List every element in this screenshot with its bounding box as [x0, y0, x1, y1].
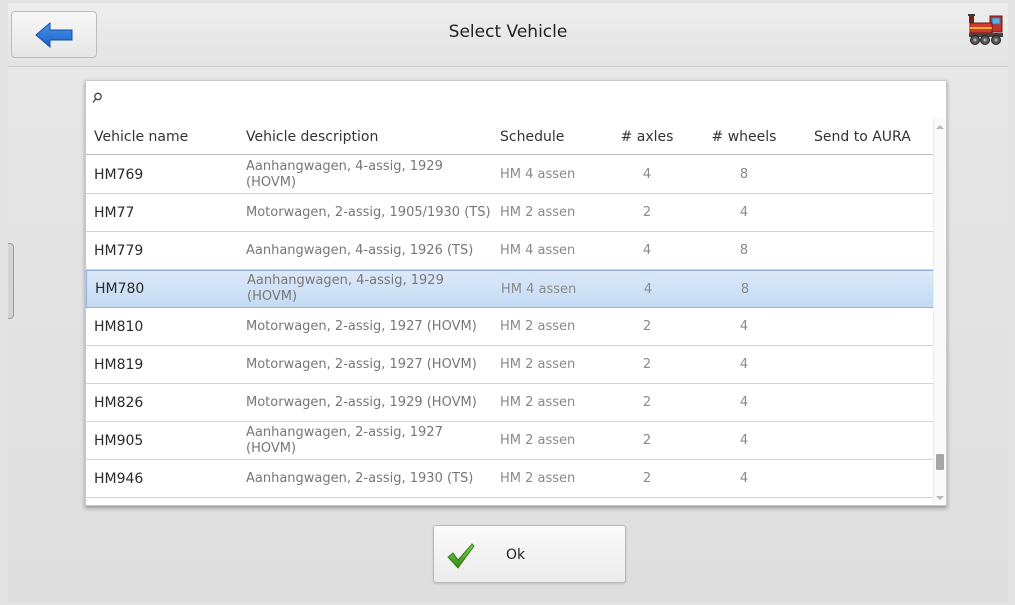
table-row[interactable]: HM779 Aanhangwagen, 4-assig, 1926 (TS) H…: [86, 232, 934, 270]
cell-wheels: 8: [739, 167, 749, 182]
table-row[interactable]: HM946 Aanhangwagen, 2-assig, 1930 (TS) H…: [86, 460, 934, 498]
cell-axles: 2: [642, 433, 652, 448]
cell-axles: 2: [642, 471, 652, 486]
cell-vehicle-description: Aanhangwagen, 4-assig, 1926 (TS): [246, 242, 474, 258]
cell-wheels: 8: [740, 281, 750, 297]
cell-axles: 4: [642, 243, 652, 258]
table-row[interactable]: HM819 Motorwagen, 2-assig, 1927 (HOVM) H…: [86, 346, 934, 384]
main-window: Select Vehicle Vehicle name Vehicle desc…: [8, 3, 1008, 602]
scrollbar-thumb[interactable]: [936, 454, 944, 470]
ok-label: Ok: [506, 547, 526, 563]
cell-vehicle-description: Aanhangwagen, 2-assig, 1930 (TS): [246, 470, 474, 486]
cell-schedule: HM 4 assen: [500, 243, 576, 258]
cell-axles: 4: [642, 167, 652, 182]
cell-vehicle-description: Motorwagen, 2-assig, 1905/1930 (TS): [246, 204, 491, 220]
vehicle-table-panel: Vehicle name Vehicle description Schedul…: [85, 80, 947, 506]
vertical-scrollbar[interactable]: [933, 119, 945, 504]
table-row[interactable]: HM769 Aanhangwagen, 4-assig, 1929 (HOVM)…: [86, 156, 934, 194]
checkmark-icon: [447, 543, 475, 569]
cell-wheels: 4: [739, 395, 749, 410]
title-bar: Select Vehicle: [8, 3, 1008, 67]
search-row: [86, 81, 946, 119]
cell-vehicle-name: HM780: [95, 281, 145, 297]
cell-vehicle-description: Aanhangwagen, 4-assig, 1929 (HOVM): [246, 158, 443, 190]
cell-wheels: 4: [739, 357, 749, 372]
cell-wheels: 4: [739, 471, 749, 486]
table-row[interactable]: HM826 Motorwagen, 2-assig, 1929 (HOVM) H…: [86, 384, 934, 422]
cell-schedule: HM 4 assen: [500, 167, 576, 182]
column-header-send-to-aura[interactable]: Send to AURA: [798, 129, 918, 145]
cell-wheels: 4: [739, 205, 749, 220]
scroll-up-arrow-icon[interactable]: [936, 125, 944, 129]
table-row[interactable]: HM810 Motorwagen, 2-assig, 1927 (HOVM) H…: [86, 308, 934, 346]
cell-vehicle-description: Motorwagen, 2-assig, 1927 (HOVM): [246, 356, 477, 372]
cell-vehicle-description: Motorwagen, 2-assig, 1929 (HOVM): [246, 394, 477, 410]
table-row-selected[interactable]: HM780 Aanhangwagen, 4-assig, 1929 (HOVM)…: [86, 270, 934, 308]
table-row[interactable]: HM77 Motorwagen, 2-assig, 1905/1930 (TS)…: [86, 194, 934, 232]
side-panel-handle[interactable]: [8, 243, 14, 319]
cell-axles: 2: [642, 205, 652, 220]
train-locomotive-icon: [968, 14, 1003, 45]
cell-vehicle-name: HM819: [94, 356, 144, 373]
table-body: HM769 Aanhangwagen, 4-assig, 1929 (HOVM)…: [86, 156, 934, 498]
cell-schedule: HM 2 assen: [500, 319, 576, 334]
table-header: Vehicle name Vehicle description Schedul…: [86, 119, 934, 155]
cell-vehicle-name: HM826: [94, 394, 144, 411]
cell-schedule: HM 2 assen: [500, 395, 576, 410]
column-header-vehicle-name[interactable]: Vehicle name: [86, 129, 246, 145]
cell-schedule: HM 2 assen: [500, 205, 576, 220]
cell-vehicle-name: HM810: [94, 318, 144, 335]
cell-schedule: HM 2 assen: [500, 433, 576, 448]
cell-vehicle-name: HM77: [94, 204, 135, 221]
column-header-wheels[interactable]: # wheels: [690, 129, 798, 145]
cell-vehicle-name: HM905: [94, 432, 144, 449]
cell-vehicle-description: Motorwagen, 2-assig, 1927 (HOVM): [246, 318, 477, 334]
cell-vehicle-name: HM946: [94, 470, 144, 487]
cell-axles: 2: [642, 319, 652, 334]
page-title: Select Vehicle: [448, 22, 568, 42]
cell-wheels: 8: [739, 243, 749, 258]
cell-vehicle-name: HM769: [94, 166, 144, 183]
cell-axles: 2: [642, 395, 652, 410]
cell-vehicle-description: Aanhangwagen, 2-assig, 1927 (HOVM): [246, 424, 443, 456]
cell-vehicle-name: HM779: [94, 242, 144, 259]
table-row[interactable]: HM905 Aanhangwagen, 2-assig, 1927 (HOVM)…: [86, 422, 934, 460]
cell-schedule: HM 4 assen: [501, 281, 577, 297]
search-input[interactable]: [108, 87, 928, 113]
cell-wheels: 4: [739, 319, 749, 334]
cell-axles: 4: [643, 281, 653, 297]
search-icon: [92, 92, 102, 103]
cell-axles: 2: [642, 357, 652, 372]
column-header-axles[interactable]: # axles: [604, 129, 690, 145]
cell-schedule: HM 2 assen: [500, 357, 576, 372]
cell-schedule: HM 2 assen: [500, 471, 576, 486]
ok-button[interactable]: Ok: [433, 525, 626, 583]
scroll-down-arrow-icon[interactable]: [936, 496, 944, 500]
cell-vehicle-description: Aanhangwagen, 4-assig, 1929 (HOVM): [247, 273, 444, 304]
cell-wheels: 4: [739, 433, 749, 448]
column-header-vehicle-description[interactable]: Vehicle description: [246, 129, 494, 145]
column-header-schedule[interactable]: Schedule: [494, 129, 604, 145]
